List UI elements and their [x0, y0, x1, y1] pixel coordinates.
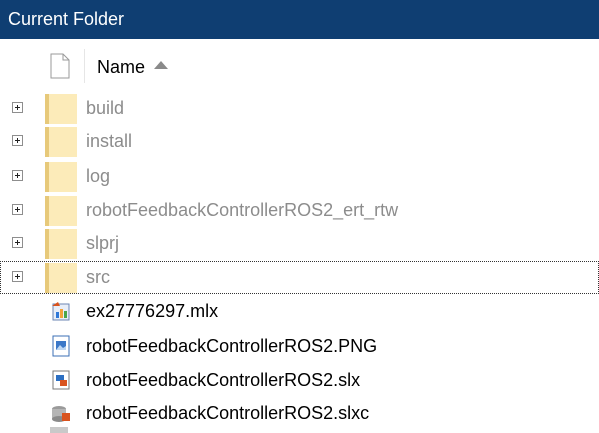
- folder-label: robotFeedbackControllerROS2_ert_rtw: [86, 200, 399, 220]
- expand-icon[interactable]: [12, 135, 23, 146]
- expand-icon[interactable]: [12, 271, 23, 282]
- folder-row-ert-rtw[interactable]: robotFeedbackControllerROS2_ert_rtw: [0, 194, 599, 227]
- file-label: robotFeedbackControllerROS2.PNG: [86, 336, 378, 356]
- folder-row-install[interactable]: install: [0, 125, 599, 158]
- folder-icon: [45, 127, 77, 157]
- blank-file-icon: [50, 53, 70, 79]
- simulink-model-icon: [52, 370, 70, 390]
- panel-titlebar[interactable]: Current Folder: [0, 0, 599, 39]
- folder-row-log[interactable]: log: [0, 160, 599, 193]
- expand-icon[interactable]: [12, 237, 23, 248]
- file-label: robotFeedbackControllerROS2.slxc: [86, 403, 370, 423]
- folder-label: src: [86, 267, 110, 287]
- expand-icon[interactable]: [12, 204, 23, 215]
- folder-icon: [45, 229, 77, 259]
- folder-icon: [45, 263, 77, 293]
- file-row-mlx[interactable]: ex27776297.mlx: [0, 295, 599, 328]
- folder-row-slprj[interactable]: slprj: [0, 227, 599, 260]
- folder-label: install: [86, 131, 133, 151]
- folder-row-build[interactable]: build: [0, 92, 599, 125]
- live-script-icon: [52, 302, 70, 321]
- simulink-cache-icon: [52, 406, 70, 422]
- expand-icon[interactable]: [12, 102, 23, 113]
- folder-label: log: [86, 166, 111, 186]
- folder-icon: [45, 94, 77, 124]
- current-folder-panel: Current Folder Name build install log ro…: [0, 0, 599, 433]
- next-file-icon: [50, 427, 68, 433]
- file-label: ex27776297.mlx: [86, 301, 219, 321]
- file-label: robotFeedbackControllerROS2.slx: [86, 370, 361, 390]
- panel-title: Current Folder: [8, 9, 125, 29]
- name-column-header[interactable]: Name: [97, 57, 145, 78]
- folder-label: slprj: [86, 233, 120, 253]
- folder-label: build: [86, 98, 125, 118]
- column-header[interactable]: Name: [0, 39, 599, 92]
- sort-ascending-icon[interactable]: [154, 61, 168, 69]
- file-row-slx[interactable]: robotFeedbackControllerROS2.slx: [0, 364, 599, 397]
- expand-icon[interactable]: [12, 170, 23, 181]
- folder-icon: [45, 162, 77, 192]
- image-file-icon: [52, 335, 70, 357]
- folder-row-src[interactable]: src: [0, 261, 599, 294]
- folder-icon: [45, 196, 77, 226]
- column-separator: [84, 49, 85, 83]
- file-row-slxc[interactable]: robotFeedbackControllerROS2.slxc: [0, 397, 599, 430]
- file-row-png[interactable]: robotFeedbackControllerROS2.PNG: [0, 330, 599, 363]
